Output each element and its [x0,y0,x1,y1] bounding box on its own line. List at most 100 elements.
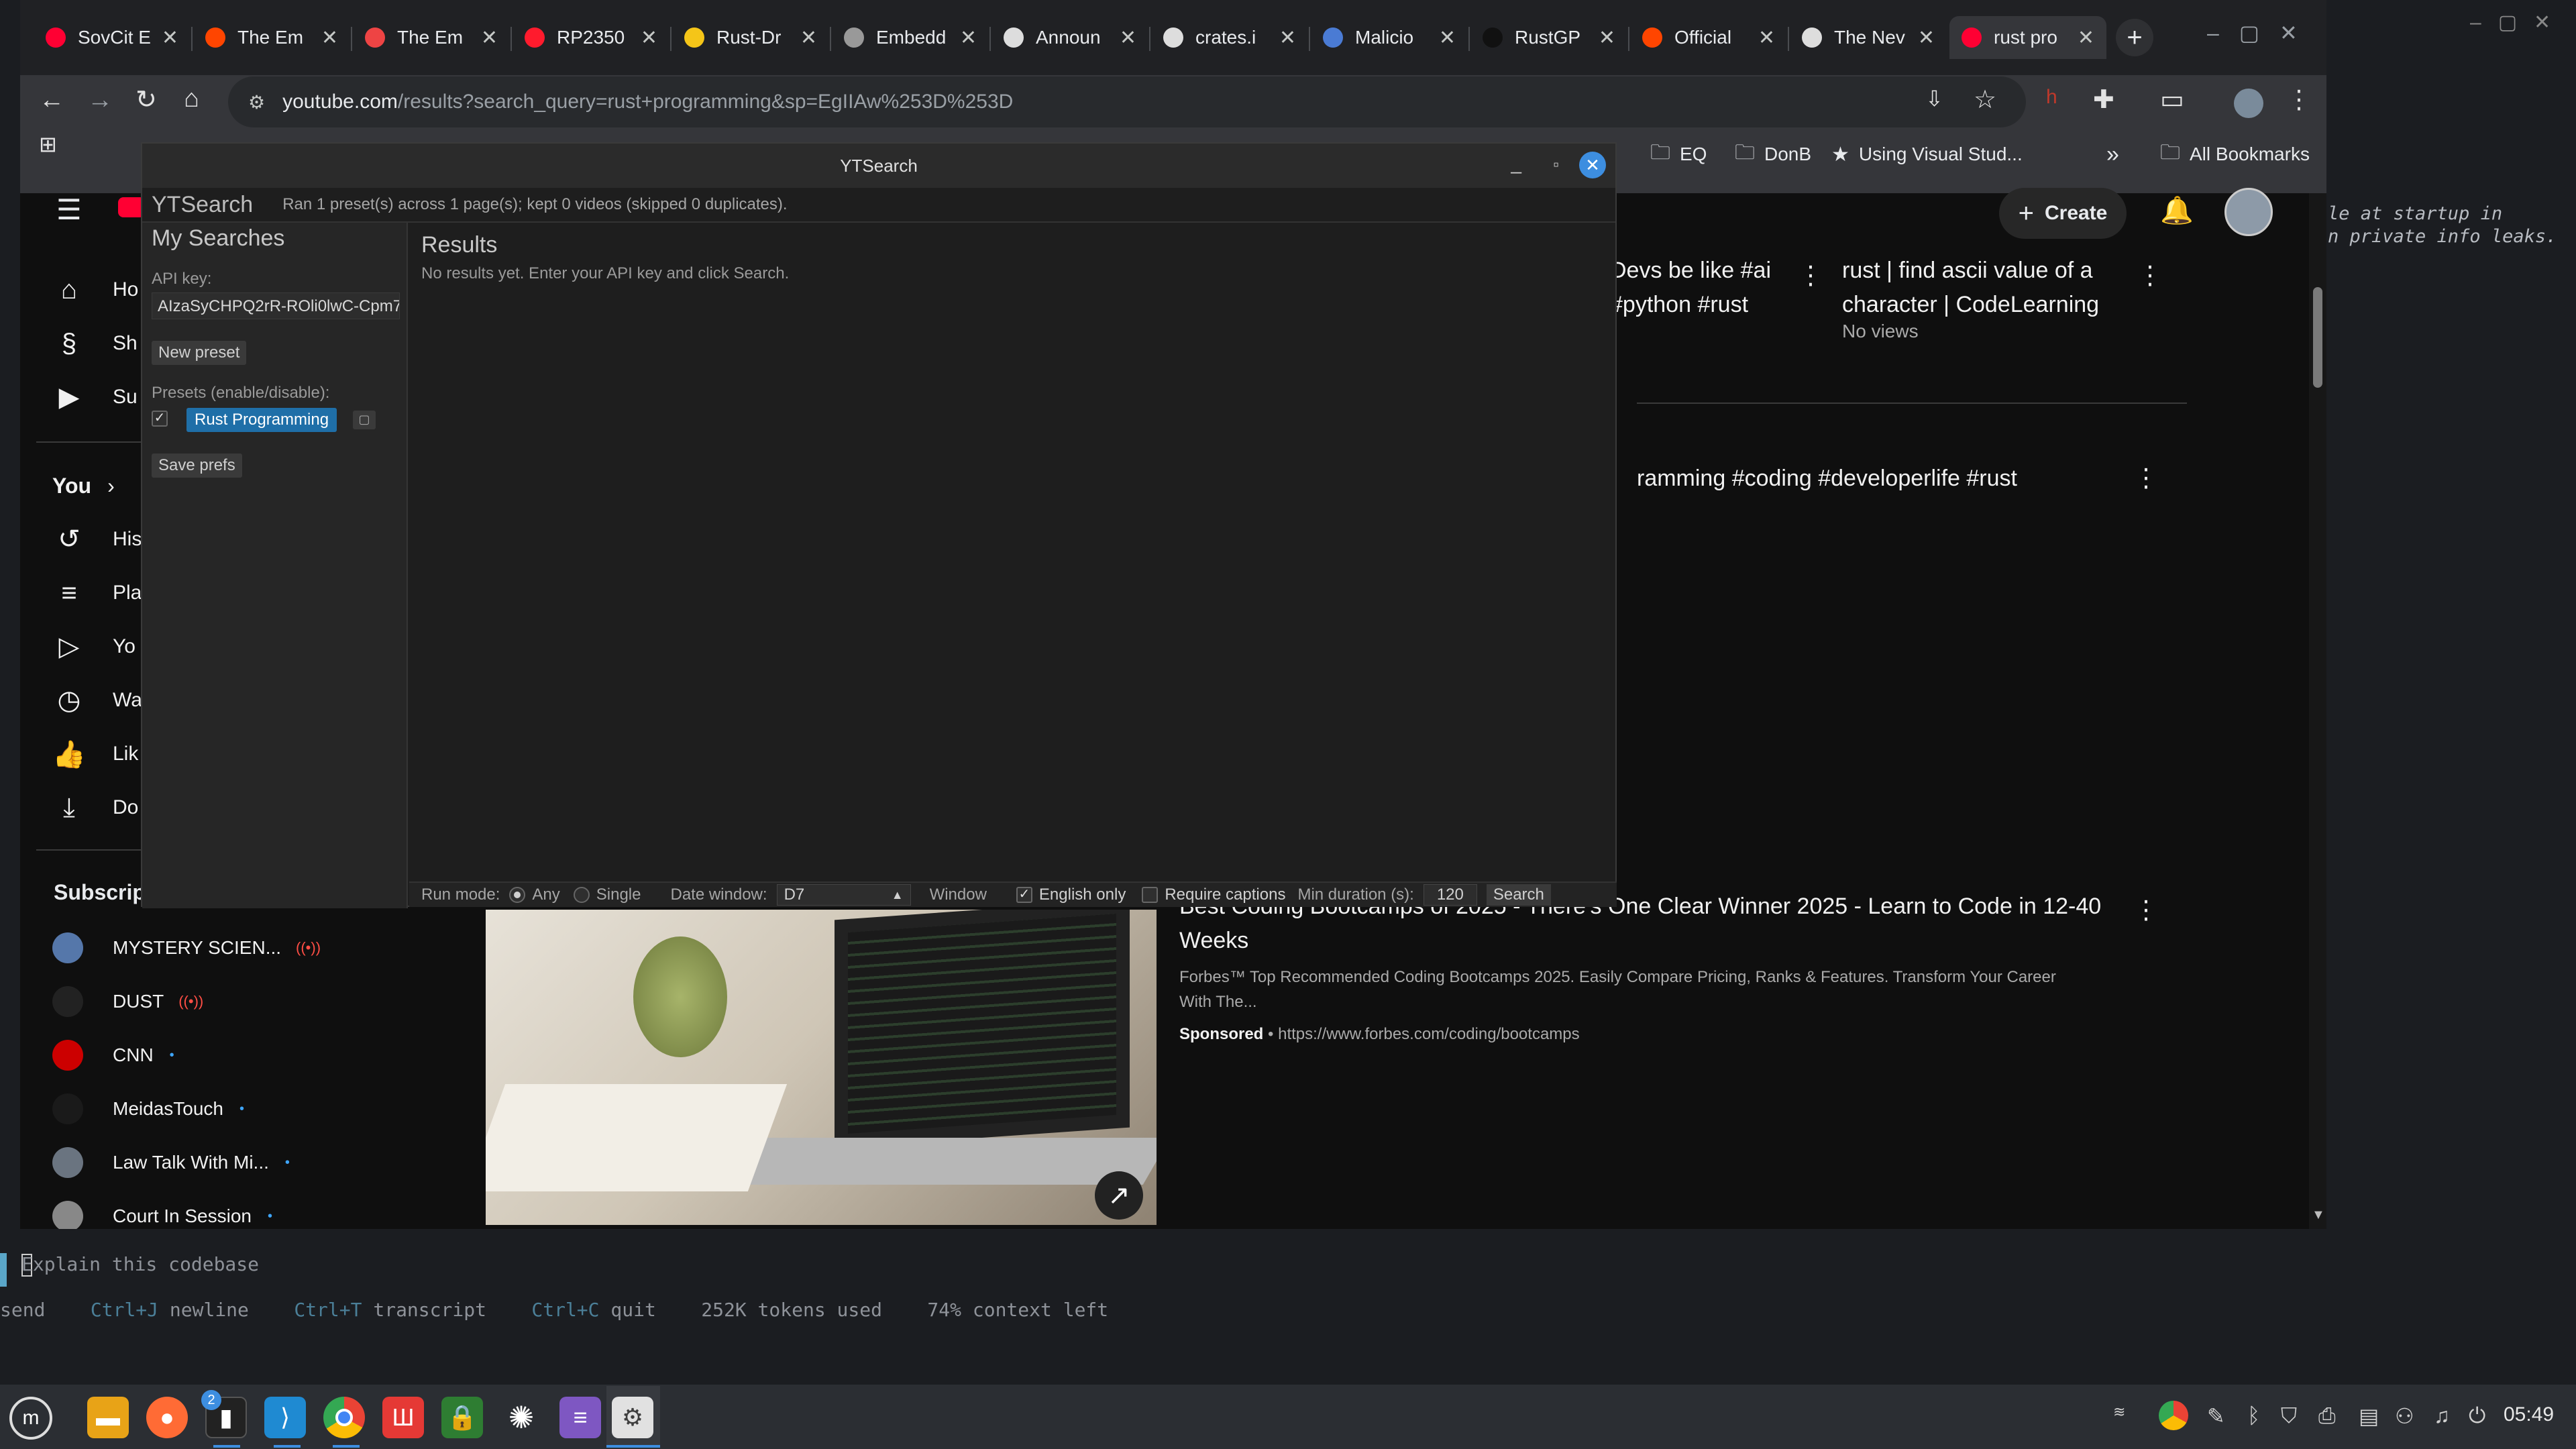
chatgpt-icon[interactable]: ✺ [500,1397,542,1438]
new-preset-button[interactable]: New preset [152,341,247,365]
scrollbar-thumb[interactable] [2313,287,2322,388]
subscription-item[interactable]: MYSTERY SCIEN... ((•)) [52,924,321,971]
sidebar-item[interactable]: ▶ Su [52,370,138,424]
result-title-3[interactable]: ramming #coding #developerlife #rust [1637,462,2133,496]
bookmark-item[interactable]: 🗀 EQ [1650,134,1707,174]
bookmark-item[interactable]: ★ Using Visual Stud... [1831,134,2023,174]
subscription-item[interactable]: MeidasTouch • [52,1085,244,1132]
notes-icon[interactable]: ≡ [559,1397,601,1438]
date-window-select[interactable]: D7 ▲ [776,884,911,906]
tab-close-icon[interactable]: ✕ [641,26,657,50]
tab-close-icon[interactable]: ✕ [2078,26,2094,50]
clock[interactable]: 05:49 [2504,1403,2554,1426]
close-icon[interactable]: ✕ [1579,152,1606,178]
back-icon[interactable]: ← [39,86,64,115]
run-any-radio[interactable] [509,887,526,903]
sidebar-item[interactable]: ⤓ Do [52,781,138,835]
network-icon[interactable]: ⚇ [2395,1403,2414,1429]
more-actions-icon[interactable]: ⋮ [2137,260,2163,290]
preset-edit-icon[interactable]: ▢ [353,411,376,429]
create-button[interactable]: + Create [1999,188,2127,239]
result-title-2[interactable]: rust | find ascii value of a character |… [1842,254,2137,322]
extension-icon[interactable]: h [2046,86,2057,109]
require-captions-checkbox[interactable] [1142,887,1159,903]
sidebar-you-header[interactable]: You › [52,459,115,513]
open-external-icon[interactable]: ↗ [1095,1171,1143,1220]
browser-tab[interactable]: Announ ✕ [991,16,1148,59]
tab-close-icon[interactable]: ✕ [960,26,977,50]
sidebar-item[interactable]: ◷ Wa [52,674,142,727]
music-icon[interactable]: ♫ [2434,1403,2450,1428]
browser-tab[interactable]: Embedd ✕ [832,16,989,59]
bookmark-item[interactable]: 🗀 DonB [1735,134,1811,174]
install-app-icon[interactable]: ⇩ [1925,86,1943,111]
minimize-icon[interactable]: _ [1511,153,1521,174]
browser-tab[interactable]: Malicio ✕ [1311,16,1468,59]
tab-close-icon[interactable]: ✕ [1918,26,1935,50]
tab-close-icon[interactable]: ✕ [1439,26,1456,50]
browser-window-controls[interactable]: –▢✕ [2207,20,2318,46]
profile-avatar[interactable] [2234,89,2263,118]
home-icon[interactable]: ⌂ [184,85,199,113]
tab-close-icon[interactable]: ✕ [1599,26,1615,50]
run-single-radio[interactable] [573,887,590,903]
more-actions-icon[interactable]: ⋮ [2133,895,2159,925]
menu-icon[interactable]: ⋮ [2286,85,2312,115]
search-button[interactable]: Search [1486,884,1551,906]
chrome-icon[interactable] [323,1397,365,1438]
keyboard-layout-icon[interactable]: ≋ [2113,1403,2125,1421]
api-key-input[interactable]: AIzaSyCHPQ2rR-ROli0lwC-Cpm7 [152,292,400,319]
app-icon[interactable]: Ш [382,1397,424,1438]
start-menu-icon[interactable]: m [9,1397,52,1440]
browser-tab[interactable]: Official ✕ [1630,16,1787,59]
all-bookmarks[interactable]: 🗀 All Bookmarks [2160,134,2310,174]
battery-icon[interactable]: ⏻ [2469,1403,2485,1429]
tab-close-icon[interactable]: ✕ [1120,26,1136,50]
chrome-tray-icon[interactable] [2159,1401,2188,1430]
subscription-item[interactable]: DUST ((•)) [52,978,203,1025]
preset-enabled-checkbox[interactable]: ✓ [152,411,168,427]
sidebar-item[interactable]: ⌂ Ho [52,263,138,317]
subscription-item[interactable]: Law Talk With Mi... • [52,1139,290,1186]
reload-icon[interactable]: ↻ [136,85,157,115]
lock-app-icon[interactable]: 🔒 [441,1397,483,1438]
browser-tab[interactable]: SovCit E ✕ [34,16,191,59]
site-info-icon[interactable]: ⚙ [248,91,265,113]
desktop-window-controls[interactable]: – ▢ ✕ [2470,11,2551,34]
notifications-bell-icon[interactable]: 🔔 [2160,195,2194,226]
sidebar-item[interactable]: § Sh [52,317,138,370]
subscription-item[interactable]: CNN • [52,1032,174,1079]
sidebar-item[interactable]: 👍 Lik [52,727,138,781]
preset-rust-programming[interactable]: Rust Programming [186,408,337,432]
sidebar-item[interactable]: ▷ Yo [52,620,136,674]
ad-thumbnail[interactable]: ↗ [486,910,1157,1225]
result-title-1[interactable]: Devs be like #ai #python #rust [1610,254,1798,322]
ytsearch-titlebar[interactable]: YTSearch _ ▫ ✕ [142,144,1615,188]
maximize-icon[interactable]: ▫ [1553,156,1559,174]
vscode-icon[interactable]: ⟩ [264,1397,306,1438]
address-bar[interactable]: ⚙ youtube.com/results?search_query=rust+… [228,76,2026,127]
firefox-icon[interactable]: ● [146,1397,188,1438]
shield-icon[interactable]: ⛉ [2281,1403,2297,1429]
tab-close-icon[interactable]: ✕ [321,26,338,50]
tab-close-icon[interactable]: ✕ [800,26,817,50]
min-duration-input[interactable]: 120 [1423,884,1477,906]
browser-tab[interactable]: The Nev ✕ [1790,16,1947,59]
browser-tab[interactable]: crates.i ✕ [1151,16,1308,59]
account-avatar[interactable] [2224,188,2273,236]
more-actions-icon[interactable]: ⋮ [2133,463,2159,493]
printer-icon[interactable]: ⎙ [2318,1403,2336,1429]
sidebar-item[interactable]: ↺ His [52,513,142,566]
ad-url[interactable]: https://www.forbes.com/coding/bootcamps [1278,1025,1580,1043]
browser-tab[interactable]: RP2350 ✕ [513,16,669,59]
bookmark-star-icon[interactable]: ☆ [1974,85,1996,115]
tab-close-icon[interactable]: ✕ [1279,26,1296,50]
page-scrollbar[interactable]: ▼ [2309,193,2326,1229]
updates-icon[interactable]: ✎ [2207,1403,2225,1429]
browser-tab[interactable]: The Em ✕ [193,16,350,59]
browser-tab[interactable]: rust pro ✕ [1949,16,2106,59]
more-actions-icon[interactable]: ⋮ [1798,260,1823,290]
clipboard-icon[interactable]: ▤ [2359,1403,2379,1429]
forward-icon[interactable]: → [87,86,113,115]
files-icon[interactable]: ▬ [87,1397,129,1438]
